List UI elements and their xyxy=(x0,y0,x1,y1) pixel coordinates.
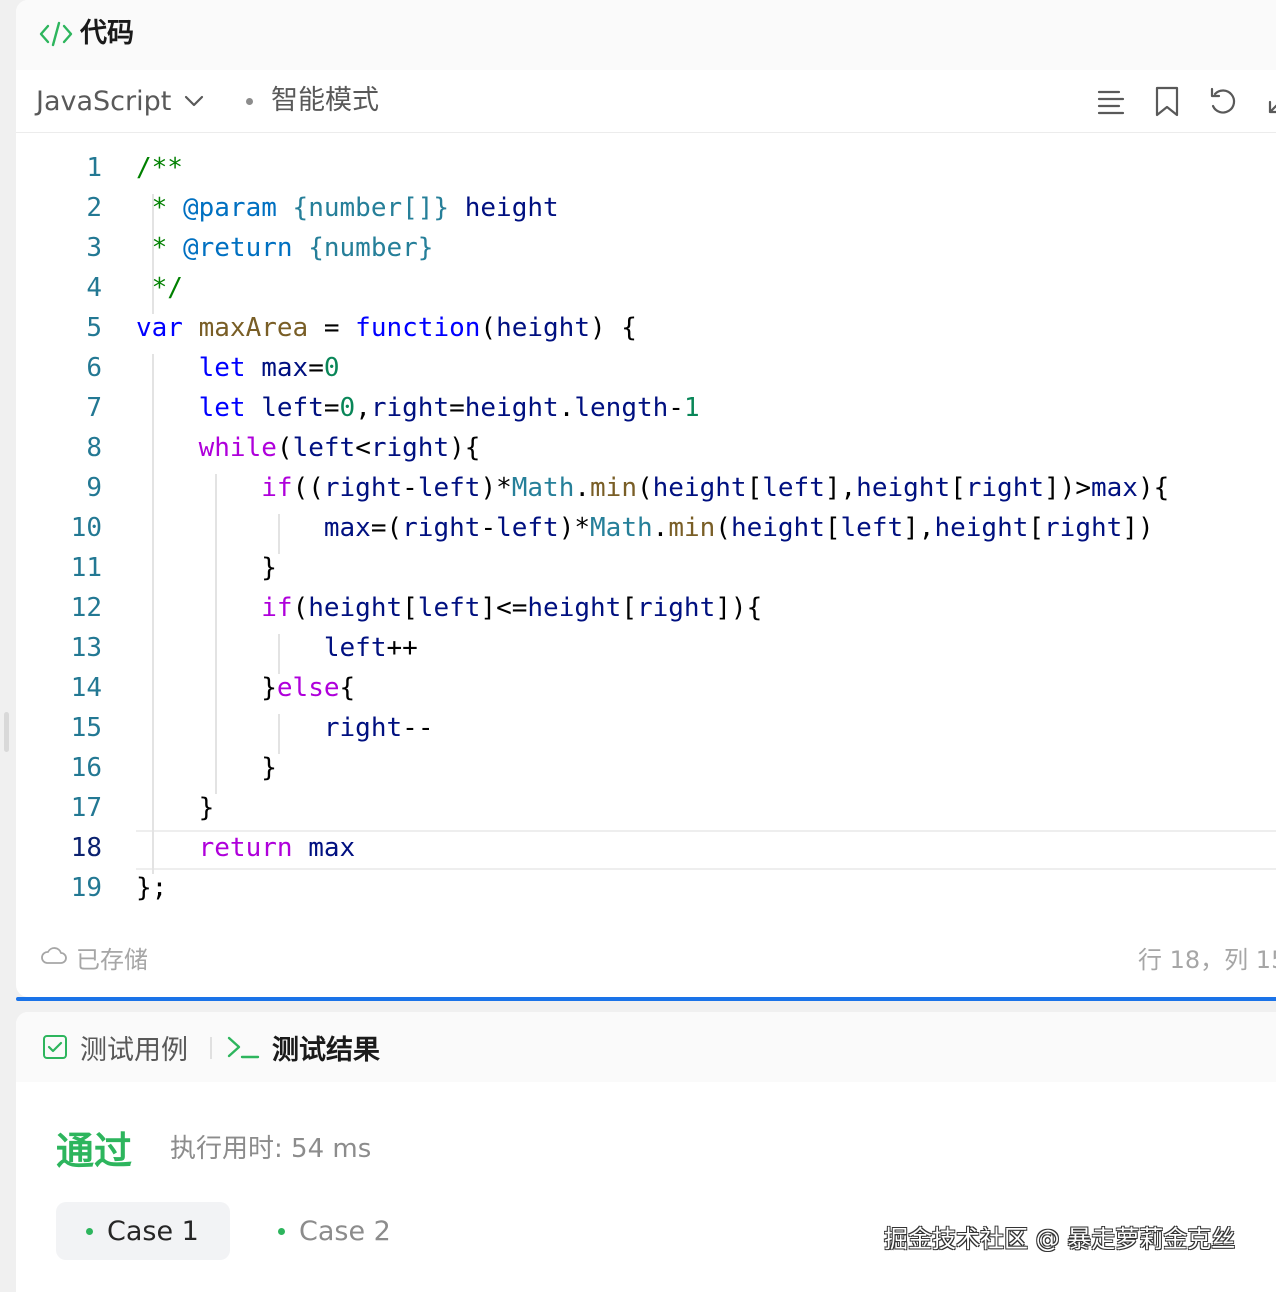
mode-dot xyxy=(246,98,253,105)
code-text: if(height[left]<=height[right]){ xyxy=(261,593,763,623)
tab-testcases-label: 测试用例 xyxy=(80,1034,188,1066)
code-line[interactable]: 16 } xyxy=(16,748,1276,788)
case-1-label: Case 1 xyxy=(107,1215,199,1247)
language-select[interactable]: JavaScript xyxy=(36,80,205,122)
code-text: * @return {number} xyxy=(136,233,434,263)
code-line[interactable]: 10 max=(right-left)*Math.min(height[left… xyxy=(16,508,1276,548)
line-number: 10 xyxy=(70,513,102,543)
bookmark-icon[interactable] xyxy=(1152,84,1182,118)
case-2-label: Case 2 xyxy=(299,1215,391,1247)
code-line[interactable]: 4 */ xyxy=(16,268,1276,308)
line-number: 2 xyxy=(86,193,102,223)
runtime-label: 执行用时: 54 ms xyxy=(170,1134,372,1164)
code-text: max=(right-left)*Math.min(height[left],h… xyxy=(323,513,1154,543)
code-line[interactable]: 2 * @param {number[]} height xyxy=(16,188,1276,228)
result-status: 通过 xyxy=(56,1129,133,1173)
line-number: 4 xyxy=(86,273,102,303)
line-number: 16 xyxy=(70,753,102,783)
code-line[interactable]: 18 return max xyxy=(16,828,1276,868)
watermark: 掘金技术社区 @ 暴走萝莉金克丝 xyxy=(884,1225,1236,1253)
panel-divider[interactable] xyxy=(16,997,1276,1001)
code-text: }else{ xyxy=(261,673,356,703)
case-status-dot xyxy=(86,1227,93,1235)
code-text: } xyxy=(198,793,215,823)
case-status-dot xyxy=(278,1227,285,1235)
code-line[interactable]: 19}; xyxy=(16,868,1276,908)
chevron-down-icon xyxy=(185,95,204,107)
line-number: 8 xyxy=(86,433,102,463)
cloud-icon xyxy=(41,947,67,964)
saved-status: 已存储 xyxy=(76,946,148,974)
code-text: right-- xyxy=(323,713,434,743)
line-number: 13 xyxy=(70,633,102,663)
tab-separator xyxy=(210,1037,212,1059)
code-text: while(left<right){ xyxy=(198,433,481,463)
code-text: } xyxy=(261,553,277,583)
code-line[interactable]: 15 right-- xyxy=(16,708,1276,748)
line-number: 5 xyxy=(86,313,102,343)
code-text: let max=0 xyxy=(198,353,340,383)
code-line[interactable]: 13 left++ xyxy=(16,628,1276,668)
collapse-icon[interactable] xyxy=(1262,84,1276,118)
line-number: 7 xyxy=(86,393,102,423)
line-number: 14 xyxy=(70,673,102,703)
code-text: /** xyxy=(136,153,183,183)
editor-status-bar: 已存储 行 18，列 15 xyxy=(16,930,1276,982)
code-panel-header: 代码 xyxy=(16,0,1276,70)
code-text: }; xyxy=(136,873,168,903)
code-line[interactable]: 17 } xyxy=(16,788,1276,828)
case-2-button[interactable]: Case 2 xyxy=(278,1202,418,1260)
panel-title: 代码 xyxy=(80,18,134,49)
tab-results[interactable]: 测试结果 xyxy=(226,1026,380,1068)
code-text: return max xyxy=(198,833,356,863)
line-number: 15 xyxy=(70,713,102,743)
line-number: 1 xyxy=(86,153,102,183)
terminal-icon xyxy=(227,1036,260,1059)
line-number: 18 xyxy=(70,833,102,863)
code-text: left++ xyxy=(323,633,418,663)
line-number: 9 xyxy=(86,473,102,503)
line-number: 3 xyxy=(86,233,102,263)
code-line[interactable]: 1 /** xyxy=(16,148,1276,188)
code-line[interactable]: 12 if(height[left]<=height[right]){ xyxy=(16,588,1276,628)
code-line[interactable]: 5 var maxArea = function(height) { xyxy=(16,308,1276,348)
line-number: 19 xyxy=(70,873,102,903)
code-line[interactable]: 3 * @return {number} xyxy=(16,228,1276,268)
checkbox-icon xyxy=(43,1035,67,1059)
code-editor[interactable]: 1/** 2 * @param {number[]} height 3 * @ret… xyxy=(16,134,1276,914)
code-line[interactable]: 9 if((right-left)*Math.min(height[left],… xyxy=(16,468,1276,508)
code-line[interactable]: 8 while(left<right){ xyxy=(16,428,1276,468)
code-text: * @param {number[]} height xyxy=(136,193,559,223)
line-number: 11 xyxy=(70,553,102,583)
result-tabs: 测试用例 测试结果 xyxy=(16,1012,1276,1082)
panel-resize-handle[interactable] xyxy=(4,712,9,752)
code-panel: 代码 JavaScript 智能模式 1 /** 2 * @param {num… xyxy=(16,0,1276,997)
code-text: var maxArea = function(height) { xyxy=(136,313,637,343)
code-line[interactable]: 11 } xyxy=(16,548,1276,588)
code-text: } xyxy=(261,753,277,783)
tab-testcases[interactable]: 测试用例 xyxy=(42,1026,188,1068)
code-icon xyxy=(39,21,73,47)
tab-results-label: 测试结果 xyxy=(272,1034,380,1066)
code-text: let left=0,right=height.length-1 xyxy=(198,393,700,423)
format-icon[interactable] xyxy=(1096,84,1126,118)
code-text: */ xyxy=(136,273,183,303)
smart-mode-toggle[interactable]: 智能模式 xyxy=(271,82,379,120)
case-1-button[interactable]: Case 1 xyxy=(56,1202,230,1260)
code-line[interactable]: 6 let max=0 xyxy=(16,348,1276,388)
code-line[interactable]: 7 let left=0,right=height.length-1 xyxy=(16,388,1276,428)
line-number: 17 xyxy=(70,793,102,823)
code-text: if((right-left)*Math.min(height[left],he… xyxy=(261,473,1170,503)
editor-toolbar: JavaScript 智能模式 xyxy=(16,70,1276,133)
language-label: JavaScript xyxy=(36,85,172,117)
code-line[interactable]: 14 }else{ xyxy=(16,668,1276,708)
cursor-position: 行 18，列 15 xyxy=(1138,946,1276,974)
line-number: 6 xyxy=(86,353,102,383)
line-number: 12 xyxy=(70,593,102,623)
undo-icon[interactable] xyxy=(1207,84,1237,118)
